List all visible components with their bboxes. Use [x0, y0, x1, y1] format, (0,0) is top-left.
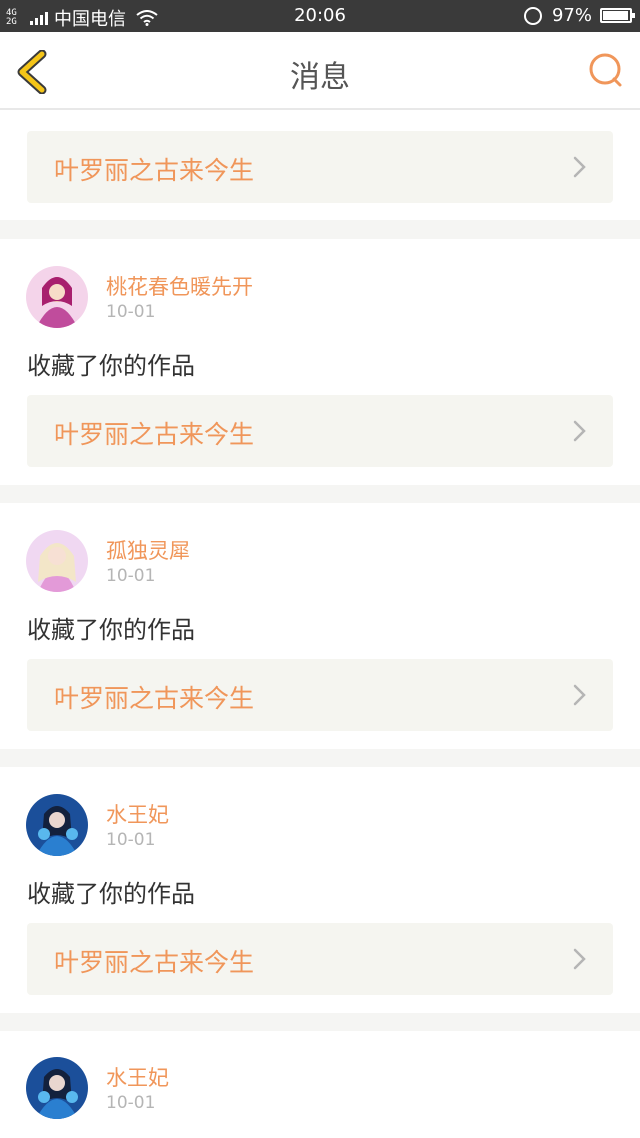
username[interactable]: 孤独灵犀: [106, 535, 190, 565]
username[interactable]: 桃花春色暖先开: [106, 271, 253, 301]
nav-bar: 消息: [0, 32, 640, 110]
chevron-right-icon: [573, 684, 586, 706]
message-action: 收藏了你的作品: [27, 616, 195, 644]
work-title: 叶罗丽之古来今生: [54, 420, 255, 449]
work-link[interactable]: 叶罗丽之古来今生: [27, 131, 613, 203]
avatar[interactable]: [26, 794, 88, 856]
work-title: 叶罗丽之古来今生: [54, 156, 255, 185]
avatar[interactable]: [26, 1057, 88, 1119]
message-card: 孤独灵犀 10-01 收藏了你的作品 叶罗丽之古来今生: [0, 503, 640, 749]
work-title: 叶罗丽之古来今生: [54, 948, 255, 977]
message-card: 水王妃 10-01 收藏了你的作品 叶罗丽之古来今生: [0, 767, 640, 1013]
search-button[interactable]: [586, 50, 626, 90]
chevron-right-icon: [573, 948, 586, 970]
status-bar: 4G 2G 中国电信 20:06 97%: [0, 0, 640, 32]
avatar[interactable]: [26, 530, 88, 592]
chevron-right-icon: [573, 156, 586, 178]
username[interactable]: 水王妃: [106, 1062, 169, 1092]
page-title: 消息: [290, 60, 350, 95]
work-link[interactable]: 叶罗丽之古来今生: [27, 923, 613, 995]
avatar[interactable]: [26, 266, 88, 328]
message-date: 10-01: [106, 830, 156, 850]
username[interactable]: 水王妃: [106, 799, 169, 829]
search-icon: [589, 53, 622, 87]
work-link[interactable]: 叶罗丽之古来今生: [27, 395, 613, 467]
message-action: 收藏了你的作品: [27, 352, 195, 380]
work-title: 叶罗丽之古来今生: [54, 684, 255, 713]
battery-percent: 97%: [551, 5, 592, 26]
chevron-right-icon: [573, 420, 586, 442]
message-card: 水王妃 10-01: [0, 1031, 640, 1138]
message-date: 10-01: [106, 566, 156, 586]
battery-icon: [600, 8, 635, 23]
message-date: 10-01: [106, 302, 156, 322]
message-action: 收藏了你的作品: [27, 880, 195, 908]
message-date: 10-01: [106, 1093, 156, 1113]
work-link[interactable]: 叶罗丽之古来今生: [27, 659, 613, 731]
message-card: 叶罗丽之古来今生: [0, 110, 640, 220]
message-card: 桃花春色暖先开 10-01 收藏了你的作品 叶罗丽之古来今生: [0, 239, 640, 485]
rotation-lock-icon: [523, 6, 542, 25]
